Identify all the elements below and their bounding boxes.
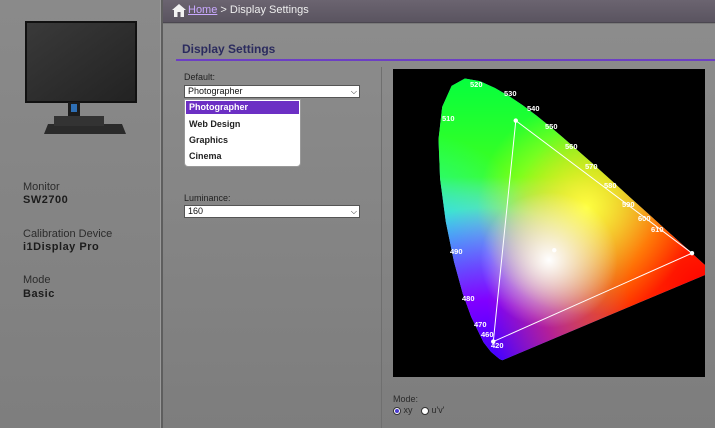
wavelength-label-490: 490 <box>450 247 463 256</box>
mode-label: Mode <box>23 274 51 286</box>
wavelength-label-470: 470 <box>474 320 487 329</box>
dropdown-option-photographer[interactable]: Photographer <box>186 101 299 114</box>
white-point <box>552 247 557 253</box>
cie-diagram-svg: 5205305405505605705805906006105104904804… <box>438 78 705 361</box>
wavelength-label-600: 600 <box>638 214 651 223</box>
default-dropdown-list: Photographer Web Design Graphics Cinema <box>184 99 301 167</box>
home-icon[interactable] <box>172 4 186 17</box>
gamut-vertex-2 <box>491 339 496 344</box>
breadcrumb-current: Display Settings <box>229 4 309 16</box>
default-select[interactable]: Photographer ⌵ <box>184 85 360 98</box>
gamut-vertex-1 <box>689 251 695 256</box>
calibration-device-value: i1Display Pro <box>23 241 100 253</box>
mode-option-xy-label: xy <box>403 405 413 415</box>
cie-chromaticity-chart: 520 530 540 550 560 570 580 590 600 610 510 490 480 4… <box>393 69 705 377</box>
wavelength-label-540: 540 <box>527 104 540 113</box>
breadcrumb: Home > Display Settings <box>188 4 309 16</box>
mode-value: Basic <box>23 288 55 300</box>
chevron-down-icon: ⌵ <box>350 87 357 96</box>
chevron-down-icon: ⌵ <box>350 207 357 216</box>
column-divider <box>381 67 382 428</box>
dropdown-option-graphics[interactable]: Graphics <box>186 134 299 147</box>
wavelength-label-460: 460 <box>481 330 494 339</box>
monitor-image <box>25 21 137 134</box>
default-select-value: Photographer <box>188 86 243 96</box>
page-title: Display Settings <box>182 42 276 56</box>
calibration-device-label: Calibration Device <box>23 228 113 240</box>
spectral-locus-fill <box>438 78 705 361</box>
wavelength-label-560: 560 <box>565 142 578 151</box>
wavelength-label-480: 480 <box>462 294 475 303</box>
chart-mode-label: Mode: <box>393 394 419 404</box>
radio-icon <box>421 406 429 415</box>
luminance-select[interactable]: 160 ⌵ <box>184 205 360 218</box>
monitor-label: Monitor <box>23 181 60 193</box>
monitor-value: SW2700 <box>23 194 69 206</box>
mode-option-uv-label: u'v' <box>431 405 445 415</box>
wavelength-label-550: 550 <box>545 122 558 131</box>
title-divider <box>176 59 715 61</box>
gamut-vertex-0 <box>513 118 518 123</box>
luminance-label: Luminance: <box>184 193 231 203</box>
default-label: Default: <box>184 72 216 82</box>
top-bar: Home > Display Settings <box>163 0 715 23</box>
dropdown-option-cinema[interactable]: Cinema <box>186 150 299 163</box>
wavelength-label-570: 570 <box>585 162 598 171</box>
radio-icon <box>393 406 401 415</box>
dropdown-option-web-design[interactable]: Web Design <box>186 118 299 131</box>
wavelength-label-520: 520 <box>470 80 483 89</box>
breadcrumb-home-link[interactable]: Home <box>188 4 217 16</box>
wavelength-label-610: 610 <box>651 225 664 234</box>
mode-option-uv[interactable]: u'v' <box>421 405 444 415</box>
wavelength-label-510: 510 <box>442 114 455 123</box>
wavelength-label-530: 530 <box>504 89 517 98</box>
main-panel: Display Settings Default: Photographer ⌵… <box>163 24 715 428</box>
sidebar: Monitor SW2700 Calibration Device i1Disp… <box>0 0 161 428</box>
luminance-select-value: 160 <box>188 206 204 216</box>
mode-option-xy[interactable]: xy <box>393 405 413 415</box>
breadcrumb-separator: > <box>220 4 227 16</box>
